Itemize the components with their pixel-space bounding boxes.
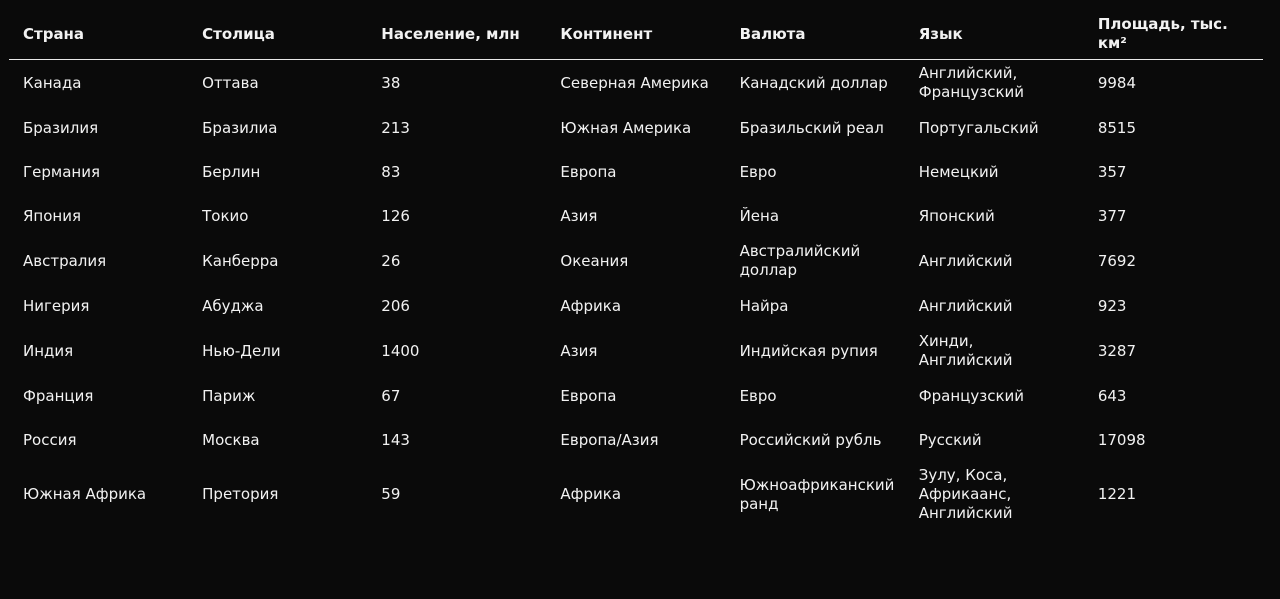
cell-country: Канада [23,73,82,92]
cell-currency: Канадский доллар [739,73,888,92]
cell-continent: Африка [560,485,622,503]
column-header-population: Население, млн [367,9,547,60]
countries-table: Страна Столица Население, млн Континент Валю… [9,9,1263,527]
cell-country: Франция [23,386,94,405]
cell-continent: Европа [560,386,617,405]
cell-language: Английский, Французский [918,64,1025,101]
table-row: Россия Москва 143 Европа/Азия Российский руб… [9,418,1263,462]
table-row: Нигерия Абуджа 206 Африка Найра Английский 923 [9,284,1263,328]
cell-capital: Москва [202,430,260,449]
cell-population: 67 [381,386,401,405]
cell-area: 7692 [1097,251,1137,270]
cell-currency: Евро [739,386,777,405]
cell-capital: Претория [202,485,279,503]
cell-continent: Северная Америка [560,73,709,92]
cell-continent: Африка [560,296,622,315]
cell-capital: Оттава [202,73,259,92]
cell-population: 126 [381,206,410,225]
cell-currency: Российский рубль [739,430,882,449]
cell-language: Английский [918,296,1013,315]
column-header-language: Язык [904,9,1084,60]
cell-population: 26 [381,251,401,270]
cell-country: Россия [23,430,77,449]
cell-language: Немецкий [918,162,999,181]
cell-area: 9984 [1097,73,1137,92]
cell-population: 59 [381,485,401,503]
cell-population: 1400 [381,341,420,360]
cell-area: 8515 [1097,118,1137,137]
cell-continent: Азия [560,341,598,360]
cell-area: 1221 [1097,485,1137,503]
cell-continent: Азия [560,206,598,225]
table-row: Австралия Канберра 26 Океания Австралийский … [9,238,1263,284]
table-row: Бразилия Бразилиа 213 Южная Америка Бразильс… [9,106,1263,150]
cell-population: 213 [381,118,410,137]
cell-currency: Индийская рупия [739,341,878,360]
cell-population: 83 [381,162,401,181]
table-row: Япония Токио 126 Азия Йена Японский 377 [9,194,1263,238]
cell-capital: Токио [202,206,249,225]
cell-continent: Южная Америка [560,118,692,137]
cell-capital: Берлин [202,162,261,181]
header-row: Страна Столица Население, млн Континент Валю… [9,9,1263,60]
cell-population: 143 [381,430,410,449]
cell-capital: Париж [202,386,256,405]
cell-population: 206 [381,296,410,315]
cell-capital: Нью-Дели [202,341,281,360]
cell-area: 377 [1097,206,1127,225]
cell-country: Япония [23,206,81,225]
cell-capital: Бразилиа [202,118,278,137]
cell-country: Индия [23,341,74,360]
table-row: Южная Африка Претория 59 Африка Южноафриканс… [9,462,1263,527]
cell-currency: Бразильский реал [739,118,884,137]
cell-capital: Абуджа [202,296,264,315]
cell-currency: Южноафриканский ранд [739,475,895,513]
cell-continent: Европа/Азия [560,430,659,449]
column-header-country: Страна [9,9,189,60]
cell-country: Германия [23,162,100,181]
column-header-capital: Столица [188,9,368,60]
table-row: Индия Нью-Дели 1400 Азия Индийская рупия Хинд… [9,328,1263,374]
cell-country: Южная Африка [23,485,147,503]
cell-language: Русский [918,430,982,449]
cell-area: 643 [1097,386,1127,405]
cell-language: Французский [918,386,1025,405]
table-row: Франция Париж 67 Европа Евро Французский 643 [9,374,1263,418]
cell-area: 17098 [1097,430,1146,449]
cell-currency: Евро [739,162,777,181]
column-header-continent: Континент [546,9,726,60]
cell-language: Английский [918,251,1013,270]
cell-population: 38 [381,73,401,92]
cell-area: 3287 [1097,341,1137,360]
cell-language: Японский [918,206,995,225]
table-row: Германия Берлин 83 Европа Евро Немецкий 357 [9,150,1263,194]
cell-currency: Австралийский доллар [739,242,861,279]
cell-language: Зулу, Коса, Африкаанс, Английский [918,466,1013,522]
cell-country: Австралия [23,251,107,270]
cell-currency: Йена [739,206,780,225]
column-header-currency: Валюта [725,9,905,60]
cell-language: Португальский [918,118,1039,137]
cell-currency: Найра [739,296,789,315]
cell-continent: Океания [560,251,629,270]
cell-area: 923 [1097,296,1127,315]
cell-area: 357 [1097,162,1127,181]
column-header-area: Площадь, тыс. км² [1083,9,1263,60]
cell-country: Нигерия [23,296,90,315]
table-row: Канада Оттава 38 Северная Америка Канадский … [9,60,1263,107]
cell-country: Бразилия [23,118,99,137]
cell-language: Хинди, Английский [918,332,1013,369]
cell-continent: Европа [560,162,617,181]
cell-capital: Канберра [202,251,279,270]
